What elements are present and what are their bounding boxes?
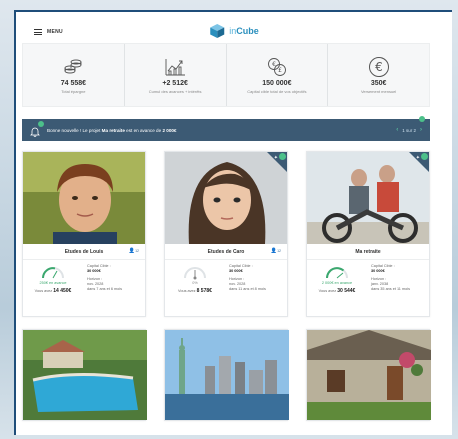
card-title-row: Ma retraite <box>307 244 429 260</box>
growth-chart-icon <box>164 56 186 78</box>
users-icon[interactable]: 👤12 <box>129 248 139 254</box>
gauge-total: Vous avez 8 578€ <box>178 288 212 294</box>
stat-monthly: € 350€ Versement mensuel <box>328 44 429 106</box>
bell-icon <box>29 121 44 137</box>
gauge-icon <box>184 267 206 280</box>
project-card-caro[interactable]: ✦ Etudes de Caro 👤12 0% Vous avez 8 578€… <box>164 151 288 317</box>
card-title: Ma retraite <box>355 248 381 255</box>
project-card-retirement[interactable]: ✦ Ma retraite 2 000€ en avance Vous avez… <box>306 151 430 317</box>
card-title: Etudes de Louis <box>64 248 104 255</box>
menu-button[interactable]: MENU <box>34 29 63 35</box>
prev-arrow-icon[interactable]: ‹ <box>396 127 398 133</box>
card-status-badge <box>421 153 428 160</box>
next-arrow-icon[interactable]: › <box>420 127 422 133</box>
gauge-status: 2 000€ en avance <box>321 281 353 285</box>
menu-label: MENU <box>47 29 63 35</box>
logo-text: inCube <box>229 26 259 36</box>
project-cards: Etudes de Louis 👤12 250€ en avance Vous … <box>22 151 431 421</box>
stat-label: Capital cible total de vos objectifs <box>247 89 307 94</box>
hand-money-icon[interactable]: ✦ <box>416 155 420 161</box>
gauge-status: 250€ en avance <box>39 281 67 285</box>
svg-text:€: € <box>375 60 383 74</box>
euro-icon: € <box>368 56 390 78</box>
stat-value: 74 558€ <box>60 80 87 87</box>
gauge-total: Vous avez 30 544€ <box>318 288 356 294</box>
gauge: 2 000€ en avance Vous avez 30 544€ <box>313 264 361 312</box>
coins-icon <box>63 56 83 78</box>
notification-badge <box>38 121 44 127</box>
gauge-status: 0% <box>192 281 198 285</box>
stat-value: +2 512€ <box>162 80 188 87</box>
card-title-row: Etudes de Caro 👤12 <box>165 244 287 260</box>
gauge: 250€ en avance Vous avez 14 450€ <box>29 264 77 312</box>
banner-message: Bonne nouvelle ! Le projet Ma retraite e… <box>47 127 177 133</box>
boy-photo <box>23 152 145 244</box>
card-info: Capital Cible : 30 000€ Horizon : nov. 2… <box>229 264 266 291</box>
stat-label: Total épargne <box>61 89 86 94</box>
gauge-icon <box>42 267 64 279</box>
gauge-total: Vous avez 14 450€ <box>34 288 72 294</box>
stat-value: 350€ <box>370 80 387 87</box>
stat-label: Cumul des avances + intérêts <box>148 89 202 94</box>
card-title: Etudes de Caro <box>207 248 245 255</box>
banner-pager: ‹ 1 sur 2 › <box>396 127 422 133</box>
pool-photo <box>23 330 147 420</box>
stone-house-photo <box>307 330 431 420</box>
stat-value: 150 000€ <box>262 80 292 87</box>
card-title-row: Etudes de Louis 👤12 <box>23 244 145 260</box>
notification-banner[interactable]: Bonne nouvelle ! Le projet Ma retraite e… <box>22 116 430 141</box>
gauge: 0% Vous avez 8 578€ <box>171 264 219 312</box>
svg-text:£: £ <box>278 67 282 74</box>
gauge-icon <box>326 267 348 279</box>
cube-logo-icon <box>209 23 225 39</box>
card-body: 2 000€ en avance Vous avez 30 544€ Capit… <box>307 260 429 316</box>
pager-label: 1 sur 2 <box>402 127 416 133</box>
stat-label: Versement mensuel <box>360 89 397 94</box>
stats-bar: 74 558€ Total épargne +2 512€ Cumul des … <box>22 43 430 107</box>
card-body: 0% Vous avez 8 578€ Capital Cible : 30 0… <box>165 260 287 316</box>
users-icon[interactable]: 👤12 <box>271 248 281 254</box>
card-info: Capital Cible : 30 000€ Horizon : janv. … <box>371 264 410 291</box>
main-content: 74 558€ Total épargne +2 512€ Cumul des … <box>22 43 431 421</box>
card-status-badge <box>279 153 286 160</box>
project-card-house[interactable] <box>306 329 431 421</box>
banner-status-dot <box>419 116 425 122</box>
hand-money-icon[interactable]: ✦ <box>274 155 278 161</box>
card-body: 250€ en avance Vous avez 14 450€ Capital… <box>23 260 145 316</box>
card-info: Capital Cible : 30 000€ Horizon : nov. 2… <box>87 264 123 291</box>
money-exchange-icon: € £ <box>266 56 288 78</box>
stat-gains: +2 512€ Cumul des avances + intérêts <box>125 44 227 106</box>
hamburger-icon <box>34 29 42 35</box>
stat-target: € £ 150 000€ Capital cible total de vos o… <box>227 44 329 106</box>
project-card-newyork[interactable] <box>164 329 289 421</box>
stat-savings: 74 558€ Total épargne <box>23 44 125 106</box>
project-card-louis[interactable]: Etudes de Louis 👤12 250€ en avance Vous … <box>22 151 146 317</box>
new-york-photo <box>165 330 289 420</box>
logo[interactable]: inCube <box>209 23 259 39</box>
project-card-pool[interactable] <box>22 329 147 421</box>
svg-text:€: € <box>272 61 276 68</box>
